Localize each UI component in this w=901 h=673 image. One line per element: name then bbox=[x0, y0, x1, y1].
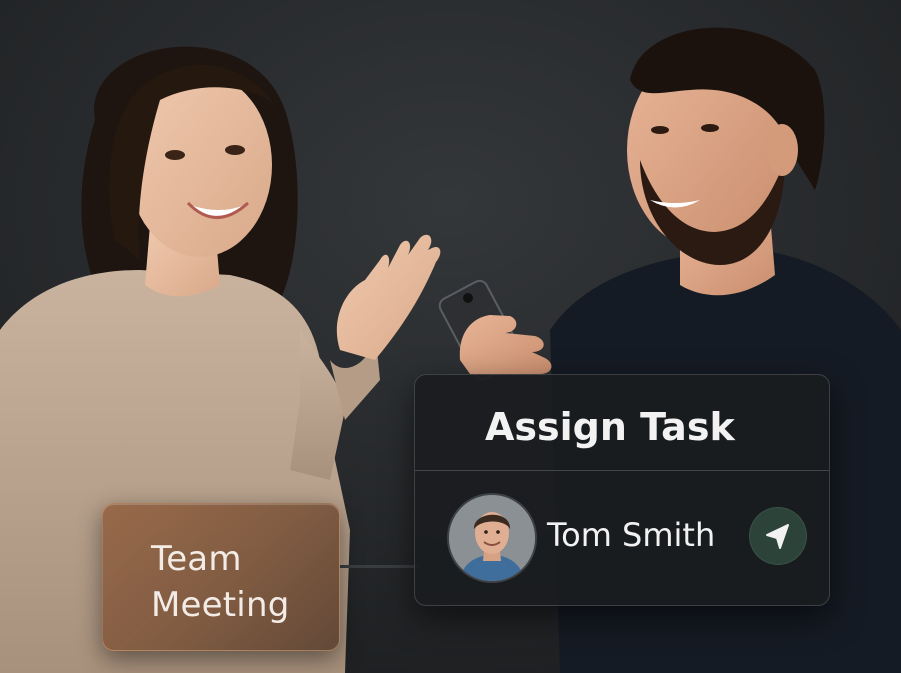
background-panel bbox=[340, 565, 420, 568]
avatar-icon bbox=[449, 495, 535, 581]
assign-task-card: Assign Task Tom Smith bbox=[414, 374, 830, 606]
team-meeting-line1: Team bbox=[151, 539, 242, 579]
assign-task-header: Assign Task bbox=[415, 375, 829, 471]
assignee-row[interactable]: Tom Smith bbox=[415, 471, 829, 606]
send-button[interactable] bbox=[749, 507, 807, 565]
person-avatar[interactable] bbox=[447, 493, 537, 583]
assignee-name: Tom Smith bbox=[547, 516, 716, 554]
team-meeting-card: Team Meeting bbox=[102, 503, 340, 651]
navigation-arrow-icon bbox=[766, 524, 789, 549]
assign-task-title: Assign Task bbox=[485, 405, 735, 449]
team-meeting-line2: Meeting bbox=[151, 585, 290, 625]
